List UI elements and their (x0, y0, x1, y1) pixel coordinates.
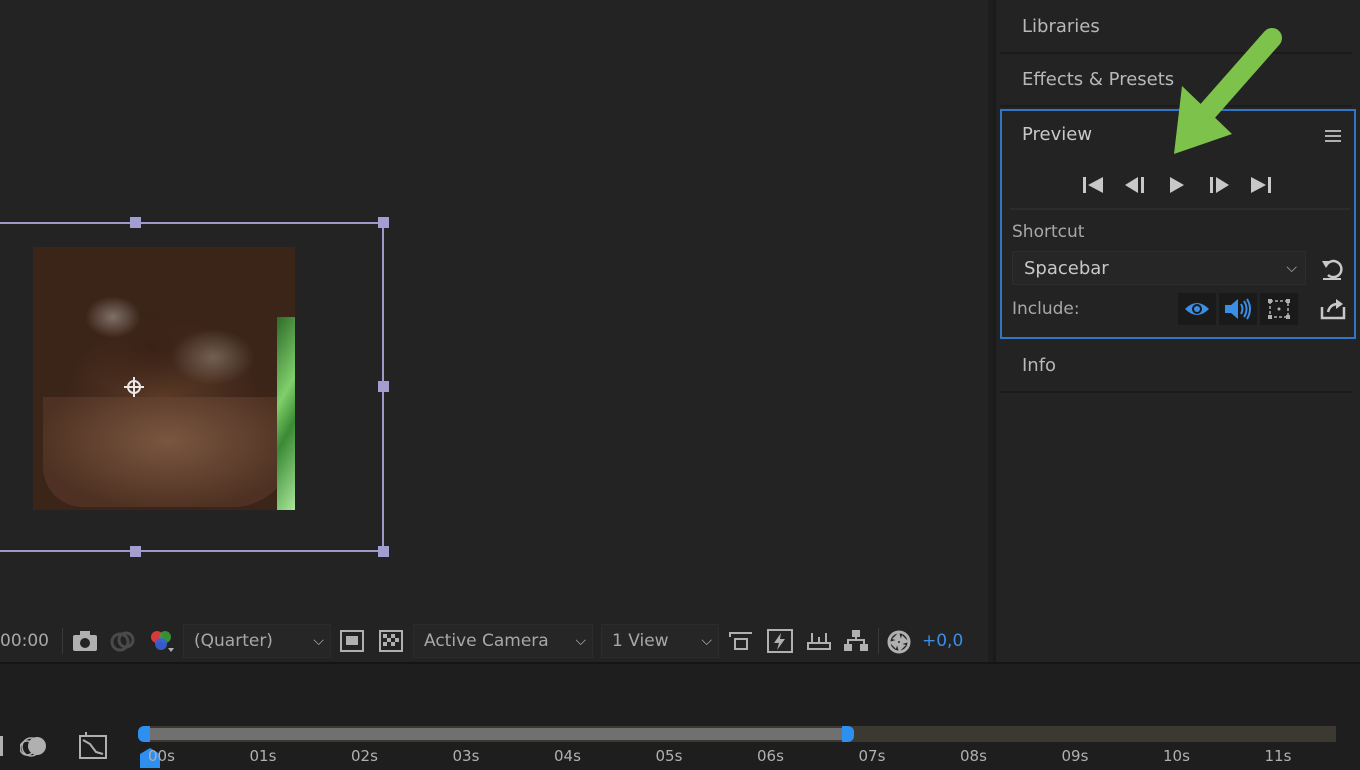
include-video-toggle[interactable] (1178, 293, 1216, 325)
toggle-pixel-aspect-icon[interactable] (728, 629, 754, 653)
transparency-grid-icon[interactable] (379, 630, 403, 652)
camera-snapshot-icon[interactable] (72, 630, 98, 652)
first-frame-icon[interactable] (1078, 173, 1108, 197)
time-tick-label: 08s (960, 747, 987, 765)
include-label: Include: (1012, 299, 1080, 319)
reset-icon[interactable] (1320, 257, 1344, 281)
preview-panel-title: Preview (1022, 124, 1093, 145)
time-tick-label: 01s (249, 747, 277, 765)
info-panel-header[interactable]: Info (1000, 341, 1352, 393)
channel-rgb-icon[interactable] (148, 628, 176, 654)
time-tick-label: 10s (1163, 747, 1190, 765)
flowchart-icon[interactable] (843, 629, 869, 653)
anchor-point-icon[interactable] (124, 377, 144, 397)
show-snapshot-icon[interactable] (110, 630, 136, 652)
work-area-start-handle[interactable] (138, 726, 150, 742)
work-area-end-handle[interactable] (842, 726, 854, 742)
shortcut-label: Shortcut (1012, 222, 1085, 242)
resolution-dropdown[interactable]: (Quarter) ⌵ (183, 624, 331, 658)
view-layout-dropdown[interactable]: 1 View ⌵ (601, 624, 719, 658)
time-tick-label: 02s (351, 747, 378, 765)
fast-previews-icon[interactable] (766, 628, 794, 654)
include-audio-toggle[interactable] (1219, 293, 1257, 325)
transform-handle-top-right[interactable] (378, 217, 389, 228)
exposure-value[interactable]: +0,0 (922, 620, 963, 662)
exposure-reset-icon[interactable] (886, 629, 912, 655)
chevron-down-icon: ⌵ (313, 633, 324, 649)
transform-handle-bottom[interactable] (130, 546, 141, 557)
previous-frame-icon[interactable] (1120, 173, 1150, 197)
overlay-icon (1268, 299, 1290, 319)
timeline-icon[interactable] (806, 629, 832, 653)
green-arrow-icon (1174, 28, 1282, 154)
last-frame-icon[interactable] (1246, 173, 1276, 197)
export-icon[interactable] (1320, 297, 1346, 321)
graph-editor-icon[interactable] (78, 732, 108, 760)
eye-icon (1185, 303, 1209, 315)
next-frame-icon[interactable] (1204, 173, 1234, 197)
motion-blur-icon[interactable] (20, 733, 50, 759)
transform-handle-bottom-right[interactable] (378, 546, 389, 557)
shortcut-dropdown[interactable]: Spacebar ⌵ (1012, 251, 1306, 285)
time-tick-label: 11s (1264, 747, 1292, 765)
chevron-down-icon: ⌵ (701, 633, 712, 649)
time-tick-label: 09s (1061, 747, 1089, 765)
composition-viewer[interactable] (0, 0, 988, 620)
play-pause-icon[interactable] (1162, 173, 1192, 197)
time-tick-label: 04s (554, 747, 581, 765)
panel-menu-icon[interactable] (1325, 129, 1341, 143)
chevron-down-icon: ⌵ (575, 633, 586, 649)
time-tick-label: 07s (858, 747, 886, 765)
chevron-down-icon: ⌵ (1286, 260, 1297, 276)
transform-handle-right[interactable] (378, 381, 389, 392)
partial-toolbar-icon (0, 736, 3, 756)
viewer-toolbar: 00:00 (Quarter) ⌵ Active Camera ⌵ 1 View ⌵ … (0, 620, 988, 662)
region-of-interest-icon[interactable] (340, 630, 364, 652)
current-time-display[interactable]: 00:00 (0, 620, 60, 662)
time-tick-label: 06s (757, 747, 784, 765)
camera-view-dropdown[interactable]: Active Camera ⌵ (413, 624, 593, 658)
speaker-icon (1225, 298, 1251, 320)
time-tick-label: 03s (452, 747, 480, 765)
time-tick-label: 05s (655, 747, 683, 765)
transform-handle-top[interactable] (130, 217, 141, 228)
include-overlays-toggle[interactable] (1260, 293, 1298, 325)
layer-bounding-box[interactable] (0, 222, 384, 552)
work-area-range[interactable] (145, 728, 845, 740)
time-tick-label: 00s (148, 747, 175, 765)
